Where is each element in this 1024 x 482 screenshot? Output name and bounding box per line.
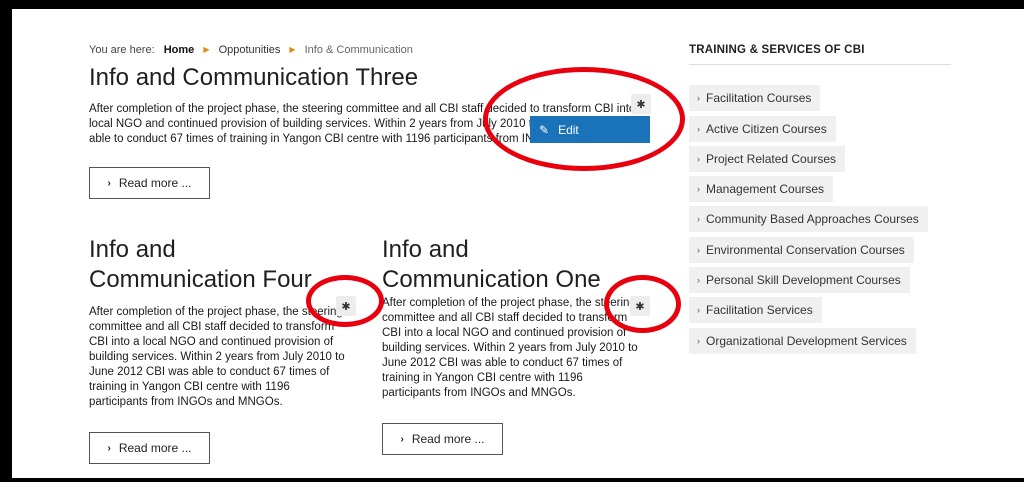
- gear-icon: ✱: [341, 300, 351, 313]
- breadcrumb-current: Info & Communication: [304, 44, 413, 56]
- sidebar-item-organizational-development-services[interactable]: › Organizational Development Services: [689, 328, 916, 354]
- read-more-label: Read more ...: [118, 176, 192, 190]
- sidebar-item-project-related-courses[interactable]: › Project Related Courses: [689, 146, 846, 172]
- breadcrumb-separator-icon: ▶: [289, 45, 296, 54]
- chevron-right-icon: ›: [697, 184, 700, 194]
- chevron-right-icon: ›: [697, 275, 700, 285]
- chevron-right-icon: ›: [697, 305, 700, 315]
- sidebar-item-label: Facilitation Courses: [706, 91, 812, 105]
- sidebar-item-active-citizen-courses[interactable]: › Active Citizen Courses: [689, 116, 836, 142]
- article-one-settings-button[interactable]: ✱: [630, 296, 650, 316]
- chevron-right-icon: ›: [400, 433, 404, 445]
- sidebar-item-label: Environmental Conservation Courses: [706, 243, 905, 257]
- chevron-right-icon: ›: [697, 93, 700, 103]
- chevron-right-icon: ›: [697, 154, 700, 164]
- article-title-three[interactable]: Info and Communication Three: [89, 62, 418, 94]
- sidebar-item-personal-skill-development-courses[interactable]: › Personal Skill Development Courses: [689, 267, 910, 293]
- read-more-button-three[interactable]: › Read more ...: [89, 167, 210, 199]
- article-three-settings-button[interactable]: ✱: [631, 94, 651, 114]
- sidebar-item-label: Project Related Courses: [706, 152, 837, 166]
- read-more-label: Read more ...: [411, 432, 485, 446]
- sidebar-item-environmental-conservation-courses[interactable]: › Environmental Conservation Courses: [689, 237, 914, 263]
- read-more-button-one[interactable]: › Read more ...: [382, 423, 503, 455]
- sidebar-item-facilitation-services[interactable]: › Facilitation Services: [689, 297, 822, 323]
- chevron-right-icon: ›: [107, 177, 111, 189]
- article-title-one[interactable]: Info and Communication One: [382, 235, 632, 295]
- edit-menu-label: Edit: [558, 122, 579, 137]
- sidebar-divider: [689, 64, 951, 65]
- sidebar-item-label: Facilitation Services: [706, 303, 813, 317]
- breadcrumb-separator-icon: ▶: [203, 45, 210, 54]
- edit-icon: ✎: [539, 122, 550, 137]
- edit-menu-item[interactable]: ✎ Edit: [530, 116, 650, 143]
- chevron-right-icon: ›: [107, 442, 111, 454]
- article-body-four: After completion of the project phase, t…: [89, 306, 345, 408]
- breadcrumb: You are here: Home ▶ Oppotunities ▶ Info…: [89, 44, 413, 56]
- chevron-right-icon: ›: [697, 124, 700, 134]
- read-more-button-four[interactable]: › Read more ...: [89, 432, 210, 464]
- sidebar-item-management-courses[interactable]: › Management Courses: [689, 176, 834, 202]
- sidebar-title: TRAINING & SERVICES OF CBI: [689, 44, 865, 56]
- breadcrumb-section-link[interactable]: Oppotunities: [219, 44, 281, 56]
- sidebar-item-label: Community Based Approaches Courses: [706, 212, 919, 226]
- article-four-settings-button[interactable]: ✱: [336, 296, 356, 316]
- sidebar-item-label: Personal Skill Development Courses: [706, 273, 901, 287]
- gear-icon: ✱: [636, 98, 646, 111]
- sidebar-item-facilitation-courses[interactable]: › Facilitation Courses: [689, 85, 821, 111]
- breadcrumb-home-link[interactable]: Home: [164, 44, 195, 56]
- chevron-right-icon: ›: [697, 245, 700, 255]
- article-title-four[interactable]: Info and Communication Four: [89, 235, 339, 295]
- read-more-label: Read more ...: [118, 441, 192, 455]
- sidebar-item-label: Organizational Development Services: [706, 334, 907, 348]
- article-body-one: After completion of the project phase, t…: [382, 297, 638, 399]
- sidebar-item-label: Active Citizen Courses: [706, 122, 827, 136]
- chevron-right-icon: ›: [697, 336, 700, 346]
- breadcrumb-prefix: You are here:: [89, 44, 155, 56]
- sidebar-item-label: Management Courses: [706, 182, 825, 196]
- gear-icon: ✱: [635, 300, 645, 313]
- chevron-right-icon: ›: [697, 214, 700, 224]
- sidebar-item-community-based-approaches-courses[interactable]: › Community Based Approaches Courses: [689, 206, 928, 232]
